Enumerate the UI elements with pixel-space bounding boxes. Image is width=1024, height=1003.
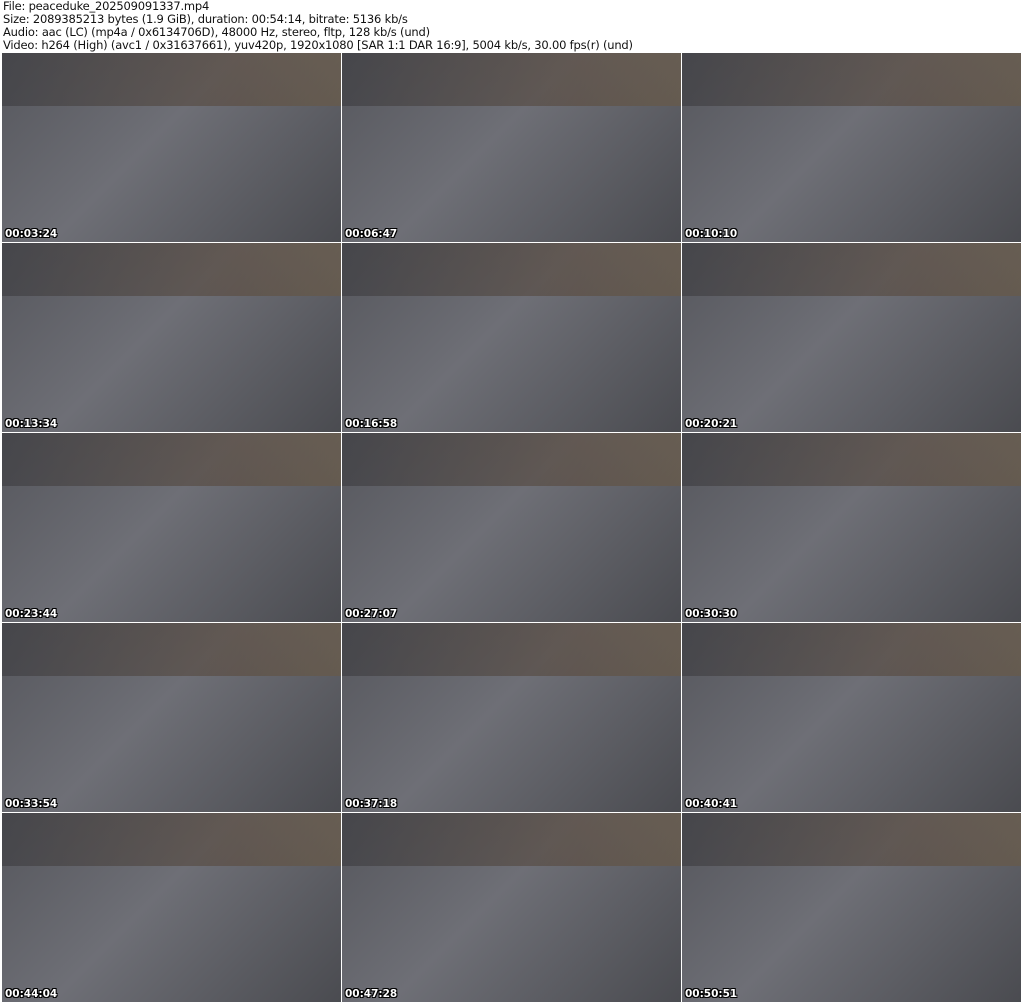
thumbnail-timestamp: 00:33:54	[5, 798, 58, 810]
thumbnail-timestamp: 00:37:18	[345, 798, 398, 810]
thumbnail-timestamp: 00:20:21	[685, 418, 738, 430]
video-info: Video: h264 (High) (avc1 / 0x31637661), …	[3, 38, 633, 52]
thumbnail-timestamp: 00:10:10	[685, 228, 738, 240]
video-thumbnail: 00:44:04	[2, 813, 341, 1002]
video-thumbnail: 00:06:47	[342, 53, 681, 242]
thumbnail-timestamp: 00:47:28	[345, 988, 398, 1000]
video-thumbnail: 00:03:24	[2, 53, 341, 242]
video-thumbnail: 00:20:21	[682, 243, 1021, 432]
thumbnail-grid: 00:03:24 00:06:47 00:10:10 00:13:34 00:16:58…	[2, 53, 1021, 1002]
video-thumbnail: 00:13:34	[2, 243, 341, 432]
thumbnail-timestamp: 00:27:07	[345, 608, 398, 620]
thumbnail-timestamp: 00:03:24	[5, 228, 58, 240]
thumbnail-timestamp: 00:16:58	[345, 418, 398, 430]
video-thumbnail: 00:23:44	[2, 433, 341, 622]
video-thumbnail: 00:27:07	[342, 433, 681, 622]
video-thumbnail: 00:47:28	[342, 813, 681, 1002]
thumbnail-timestamp: 00:50:51	[685, 988, 738, 1000]
video-thumbnail: 00:40:41	[682, 623, 1021, 812]
thumbnail-timestamp: 00:30:30	[685, 608, 738, 620]
thumbnail-timestamp: 00:40:41	[685, 798, 738, 810]
video-thumbnail: 00:33:54	[2, 623, 341, 812]
video-thumbnail: 00:30:30	[682, 433, 1021, 622]
video-thumbnail: 00:50:51	[682, 813, 1021, 1002]
thumbnail-timestamp: 00:44:04	[5, 988, 58, 1000]
thumbnail-timestamp: 00:13:34	[5, 418, 58, 430]
file-info-header: File: peaceduke_202509091337.mp4 Size: 2…	[3, 0, 633, 52]
video-thumbnail: 00:10:10	[682, 53, 1021, 242]
video-thumbnail: 00:37:18	[342, 623, 681, 812]
video-thumbnail: 00:16:58	[342, 243, 681, 432]
thumbnail-timestamp: 00:06:47	[345, 228, 398, 240]
thumbnail-timestamp: 00:23:44	[5, 608, 58, 620]
